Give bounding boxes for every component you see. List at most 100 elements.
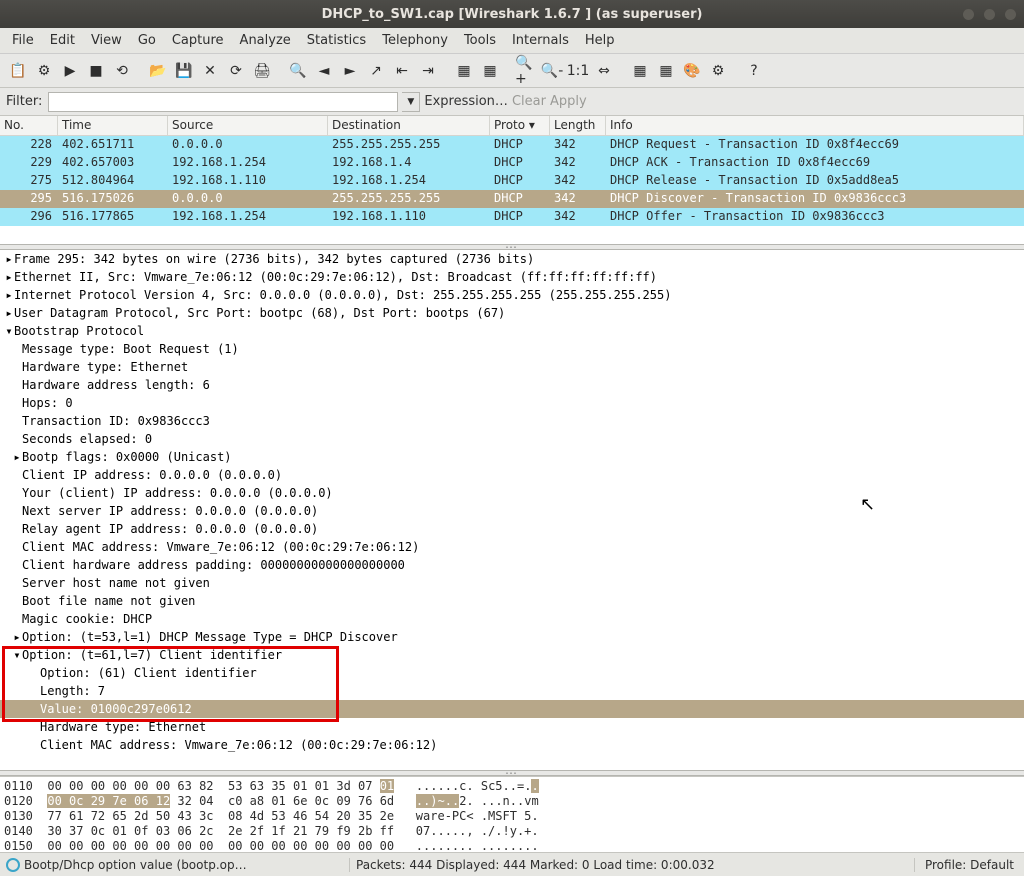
stop-capture-icon[interactable]: ■ (84, 59, 108, 83)
col-source[interactable]: Source (168, 116, 328, 135)
resize-columns-icon[interactable]: ⇔ (592, 59, 616, 83)
print-icon[interactable]: 🖨 (250, 59, 274, 83)
tree-opt61[interactable]: ▾Option: (t=61,l=7) Client identifier (0, 646, 1024, 664)
open-icon[interactable]: 📂 (146, 59, 170, 83)
preferences-icon[interactable]: ⚙ (706, 59, 730, 83)
packet-details-pane[interactable]: ▸Frame 295: 342 bytes on wire (2736 bits… (0, 250, 1024, 770)
menu-analyze[interactable]: Analyze (232, 33, 299, 48)
tree-frame[interactable]: ▸Frame 295: 342 bytes on wire (2736 bits… (0, 250, 1024, 268)
menu-capture[interactable]: Capture (164, 33, 232, 48)
tree-opt61-option[interactable]: Option: (61) Client identifier (0, 664, 1024, 682)
tree-secs[interactable]: Seconds elapsed: 0 (0, 430, 1024, 448)
go-forward-icon[interactable]: ► (338, 59, 362, 83)
find-icon[interactable]: 🔍 (286, 59, 310, 83)
filter-input[interactable] (48, 92, 398, 112)
close-file-icon[interactable]: ✕ (198, 59, 222, 83)
tree-shn[interactable]: Server host name not given (0, 574, 1024, 592)
auto-scroll-icon[interactable]: ▦ (478, 59, 502, 83)
tree-nip[interactable]: Next server IP address: 0.0.0.0 (0.0.0.0… (0, 502, 1024, 520)
filter-label: Filter: (6, 94, 42, 109)
tree-yip[interactable]: Your (client) IP address: 0.0.0.0 (0.0.0… (0, 484, 1024, 502)
capture-filters-icon[interactable]: ▦ (628, 59, 652, 83)
tree-ethernet[interactable]: ▸Ethernet II, Src: Vmware_7e:06:12 (00:0… (0, 268, 1024, 286)
options-icon[interactable]: ⚙ (32, 59, 56, 83)
col-info[interactable]: Info (606, 116, 1024, 135)
zoom-reset-icon[interactable]: 1:1 (566, 59, 590, 83)
go-back-icon[interactable]: ◄ (312, 59, 336, 83)
zoom-in-icon[interactable]: 🔍+ (514, 59, 538, 83)
status-packets: Packets: 444 Displayed: 444 Marked: 0 Lo… (350, 858, 915, 872)
help-icon[interactable]: ? (742, 59, 766, 83)
col-destination[interactable]: Destination (328, 116, 490, 135)
close-icon[interactable] (1005, 9, 1016, 20)
packet-row[interactable]: 275512.804964192.168.1.110192.168.1.254D… (0, 172, 1024, 190)
tree-udp[interactable]: ▸User Datagram Protocol, Src Port: bootp… (0, 304, 1024, 322)
tree-hwlen[interactable]: Hardware address length: 6 (0, 376, 1024, 394)
tree-bootp[interactable]: ▾Bootstrap Protocol (0, 322, 1024, 340)
tree-opt61-value[interactable]: Value: 01000c297e0612 (0, 700, 1024, 718)
tree-cookie[interactable]: Magic cookie: DHCP (0, 610, 1024, 628)
tree-flags[interactable]: ▸Bootp flags: 0x0000 (Unicast) (0, 448, 1024, 466)
packet-list-header[interactable]: No. Time Source Destination Proto ▾ Leng… (0, 116, 1024, 136)
restart-capture-icon[interactable]: ⟲ (110, 59, 134, 83)
interfaces-icon[interactable]: 📋 (6, 59, 30, 83)
filter-toolbar: Filter: ▼ Expression… Clear Apply (0, 88, 1024, 116)
packet-row[interactable]: 229402.657003192.168.1.254192.168.1.4DHC… (0, 154, 1024, 172)
go-first-icon[interactable]: ⇤ (390, 59, 414, 83)
tree-hwtype[interactable]: Hardware type: Ethernet (0, 358, 1024, 376)
colorize-icon[interactable]: ▦ (452, 59, 476, 83)
minimize-icon[interactable] (963, 9, 974, 20)
expression-button[interactable]: Expression… (424, 94, 508, 109)
packet-list-pane[interactable]: No. Time Source Destination Proto ▾ Leng… (0, 116, 1024, 244)
menu-statistics[interactable]: Statistics (299, 33, 374, 48)
col-length[interactable]: Length (550, 116, 606, 135)
tree-cmac[interactable]: Client MAC address: Vmware_7e:06:12 (00:… (0, 538, 1024, 556)
menu-file[interactable]: File (4, 33, 42, 48)
menu-internals[interactable]: Internals (504, 33, 577, 48)
menu-go[interactable]: Go (130, 33, 164, 48)
tree-opt61-hwtype[interactable]: Hardware type: Ethernet (0, 718, 1024, 736)
col-time[interactable]: Time (58, 116, 168, 135)
display-filters-icon[interactable]: ▦ (654, 59, 678, 83)
apply-button[interactable]: Apply (550, 94, 587, 109)
packet-row[interactable]: 296516.177865192.168.1.254192.168.1.110D… (0, 208, 1024, 226)
tree-msgtype[interactable]: Message type: Boot Request (1) (0, 340, 1024, 358)
go-to-icon[interactable]: ↗ (364, 59, 388, 83)
expert-info-icon[interactable] (6, 858, 20, 872)
packet-row[interactable]: 228402.6517110.0.0.0255.255.255.255DHCP3… (0, 136, 1024, 154)
tree-pad[interactable]: Client hardware address padding: 0000000… (0, 556, 1024, 574)
filter-dropdown-icon[interactable]: ▼ (402, 92, 420, 112)
maximize-icon[interactable] (984, 9, 995, 20)
window-controls (963, 9, 1016, 20)
go-last-icon[interactable]: ⇥ (416, 59, 440, 83)
tree-hops[interactable]: Hops: 0 (0, 394, 1024, 412)
menubar: File Edit View Go Capture Analyze Statis… (0, 28, 1024, 54)
save-icon[interactable]: 💾 (172, 59, 196, 83)
start-capture-icon[interactable]: ▶ (58, 59, 82, 83)
clear-button[interactable]: Clear (512, 94, 546, 109)
menu-telephony[interactable]: Telephony (374, 33, 456, 48)
tree-opt61-mac[interactable]: Client MAC address: Vmware_7e:06:12 (00:… (0, 736, 1024, 754)
statusbar: Bootp/Dhcp option value (bootp.op… Packe… (0, 852, 1024, 876)
tree-rip[interactable]: Relay agent IP address: 0.0.0.0 (0.0.0.0… (0, 520, 1024, 538)
tree-ip[interactable]: ▸Internet Protocol Version 4, Src: 0.0.0… (0, 286, 1024, 304)
tree-cip[interactable]: Client IP address: 0.0.0.0 (0.0.0.0) (0, 466, 1024, 484)
tree-opt53[interactable]: ▸Option: (t=53,l=1) DHCP Message Type = … (0, 628, 1024, 646)
tree-bfn[interactable]: Boot file name not given (0, 592, 1024, 610)
coloring-rules-icon[interactable]: 🎨 (680, 59, 704, 83)
zoom-out-icon[interactable]: 🔍- (540, 59, 564, 83)
menu-edit[interactable]: Edit (42, 33, 83, 48)
reload-icon[interactable]: ⟳ (224, 59, 248, 83)
tree-opt61-length[interactable]: Length: 7 (0, 682, 1024, 700)
col-protocol[interactable]: Proto ▾ (490, 116, 550, 135)
menu-view[interactable]: View (83, 33, 130, 48)
titlebar: DHCP_to_SW1.cap [Wireshark 1.6.7 ] (as s… (0, 0, 1024, 28)
hex-dump-pane[interactable]: 0110 00 00 00 00 00 00 63 82 53 63 35 01… (0, 776, 1024, 852)
status-profile[interactable]: Profile: Default (915, 858, 1024, 872)
window-title: DHCP_to_SW1.cap [Wireshark 1.6.7 ] (as s… (322, 7, 703, 22)
col-no[interactable]: No. (0, 116, 58, 135)
menu-tools[interactable]: Tools (456, 33, 504, 48)
menu-help[interactable]: Help (577, 33, 623, 48)
packet-row[interactable]: 295516.1750260.0.0.0255.255.255.255DHCP3… (0, 190, 1024, 208)
tree-tid[interactable]: Transaction ID: 0x9836ccc3 (0, 412, 1024, 430)
